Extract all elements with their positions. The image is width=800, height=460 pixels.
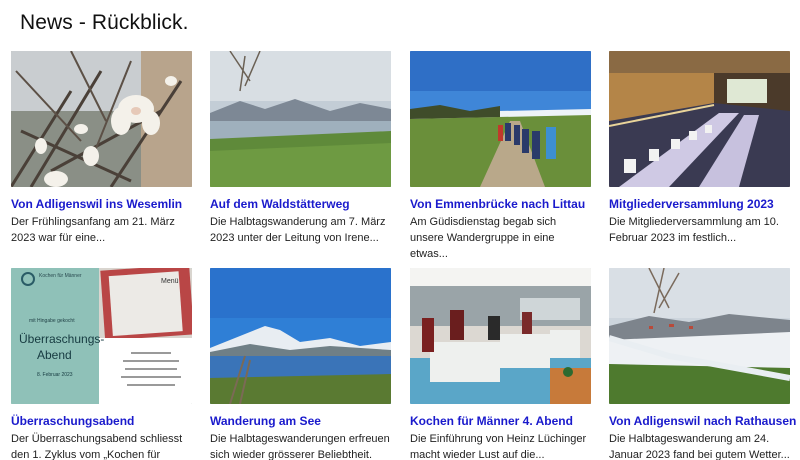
flyer-date: 8. Februar 2023: [37, 372, 73, 378]
lake-mountains-photo[interactable]: [210, 268, 391, 404]
news-card[interactable]: Von Emmenbrücke nach Littau Am Güdisdien…: [410, 51, 591, 262]
news-card[interactable]: Mitgliederversammlung 2023 Die Mitgliede…: [609, 51, 790, 246]
lake-meadow-photo[interactable]: [210, 51, 391, 187]
news-card-excerpt: Die Mitgliederversammlung am 10. Februar…: [609, 216, 779, 244]
snowy-valley-photo[interactable]: [609, 268, 790, 404]
page-title: News - Rückblick.: [20, 11, 189, 34]
kitchen-photo[interactable]: [410, 268, 591, 404]
flyer-menu-label: Menü: [161, 278, 179, 285]
news-card-excerpt: Die Halbtageswanderung am 24. Januar 202…: [609, 433, 790, 460]
flyer-subtitle: mit Hingabe gekocht: [29, 318, 75, 324]
news-card-excerpt: Die Halbtageswanderungen erfreuen sich w…: [210, 433, 390, 460]
news-card-title[interactable]: Von Adligenswil ins Wesemlin: [11, 197, 192, 211]
news-card[interactable]: Von Adligenswil ins Wesemlin Der Frühlin…: [11, 51, 192, 246]
news-card-title[interactable]: Auf dem Waldstätterweg: [210, 197, 391, 211]
flyer-heading-line1: Überraschungs-: [19, 332, 105, 346]
magnolia-branches-photo[interactable]: [11, 51, 192, 187]
news-card-title[interactable]: Mitgliederversammlung 2023: [609, 197, 790, 211]
news-card-title[interactable]: Kochen für Männer 4. Abend: [410, 414, 591, 428]
hikers-path-photo[interactable]: [410, 51, 591, 187]
news-card-title[interactable]: Überraschungsabend: [11, 414, 192, 428]
news-card-title[interactable]: Von Adligenswil nach Rathausen: [609, 414, 796, 428]
flyer-brand: Kochen für Männer: [39, 273, 82, 279]
news-card-excerpt: Der Frühlingsanfang am 21. März 2023 war…: [11, 216, 175, 244]
flyer-photo[interactable]: Kochen für Männer Menü mit Hingabe gekoc…: [11, 268, 192, 404]
news-card[interactable]: Kochen für Männer Menü mit Hingabe gekoc…: [11, 268, 192, 460]
news-card-excerpt: Die Halbtagswanderung am 7. März 2023 un…: [210, 216, 386, 244]
news-card[interactable]: Kochen für Männer 4. Abend Die Einführun…: [410, 268, 591, 460]
news-card-title[interactable]: Wanderung am See: [210, 414, 391, 428]
news-card[interactable]: Wanderung am See Die Halbtageswanderunge…: [210, 268, 391, 460]
news-card[interactable]: Von Adligenswil nach Rathausen Die Halbt…: [609, 268, 796, 460]
news-card-excerpt: Die Einführung von Heinz Lüchinger macht…: [410, 433, 587, 460]
news-card-title[interactable]: Von Emmenbrücke nach Littau: [410, 197, 591, 211]
flyer-heading-line2: Abend: [37, 348, 72, 362]
flyer-logo-icon: [21, 272, 35, 286]
news-card[interactable]: Auf dem Waldstätterweg Die Halbtagswande…: [210, 51, 391, 246]
news-card-excerpt: Der Überraschungsabend schliesst den 1. …: [11, 433, 183, 460]
assembly-hall-photo[interactable]: [609, 51, 790, 187]
news-card-excerpt: Am Güdisdienstag begab sich unsere Wande…: [410, 216, 557, 260]
